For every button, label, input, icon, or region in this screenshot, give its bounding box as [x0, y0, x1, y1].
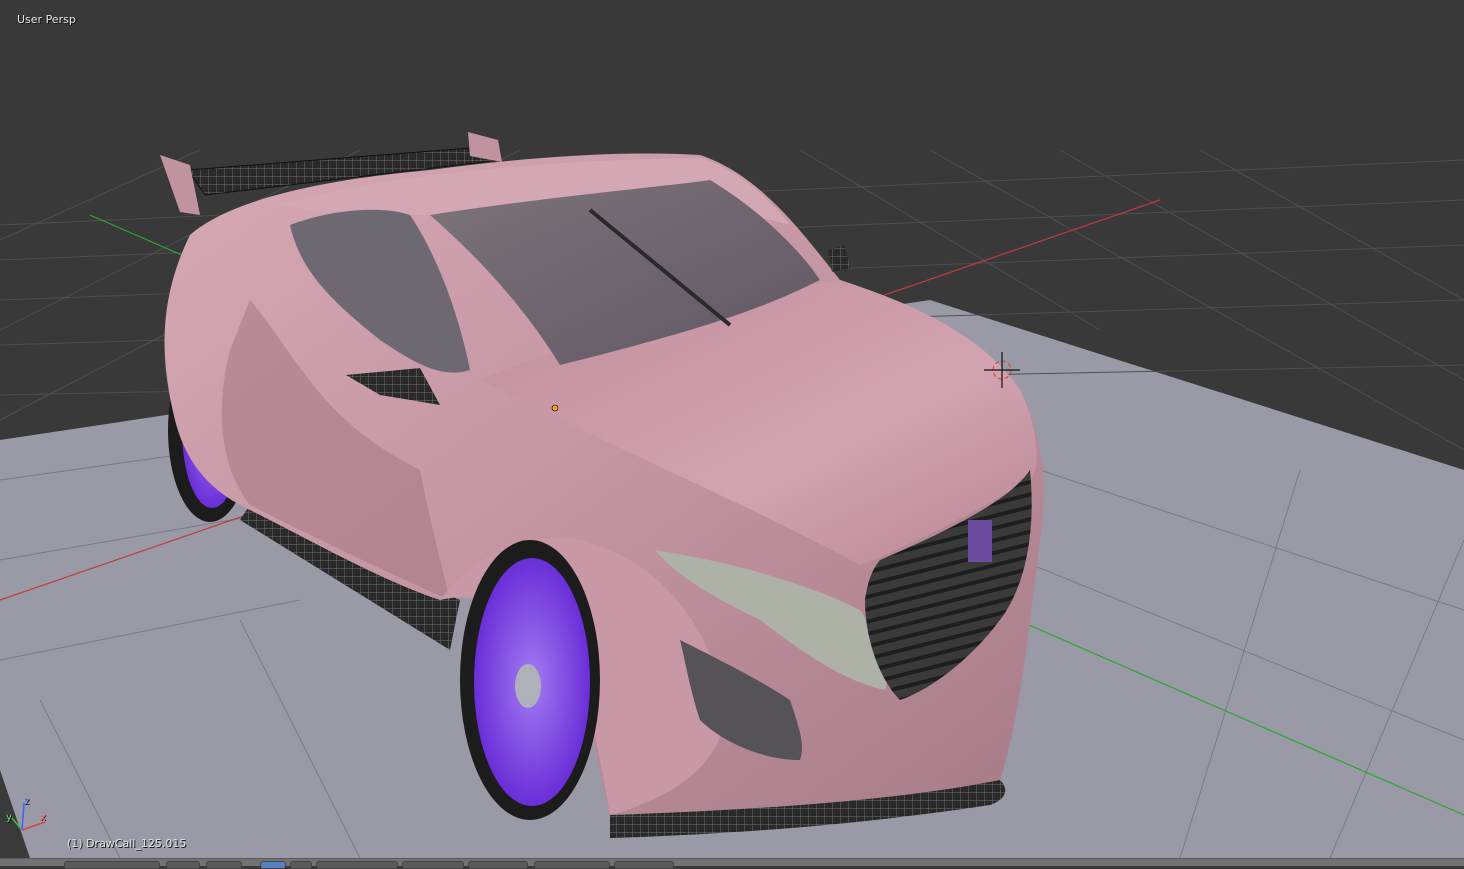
add-menu[interactable] [206, 861, 242, 869]
snap-toggle[interactable] [534, 861, 610, 869]
object-origin[interactable] [551, 404, 559, 412]
gizmo-y-label: y [6, 812, 12, 823]
viewport-scene[interactable] [0, 0, 1464, 858]
view-menu[interactable] [64, 861, 160, 869]
view-label: User Persp [17, 13, 76, 26]
active-object-label: (1) DrawCall_125.015 [67, 837, 187, 850]
mode-selector[interactable] [316, 861, 398, 869]
manipulator-toggle[interactable] [402, 861, 464, 869]
render-button[interactable] [614, 861, 674, 869]
gizmo-x-label: x [40, 812, 46, 823]
pivot-selector[interactable] [290, 861, 312, 869]
viewport-header-bar [0, 858, 1464, 869]
layer-buttons[interactable] [468, 861, 528, 869]
shading-selector[interactable] [260, 861, 286, 869]
license-plate [968, 520, 992, 562]
select-menu[interactable] [166, 861, 200, 869]
gizmo-z-label: z [24, 796, 30, 807]
front-wheel[interactable] [460, 540, 600, 820]
3d-viewport[interactable]: x y z User Persp (1) DrawCall_125.015 [0, 0, 1464, 858]
